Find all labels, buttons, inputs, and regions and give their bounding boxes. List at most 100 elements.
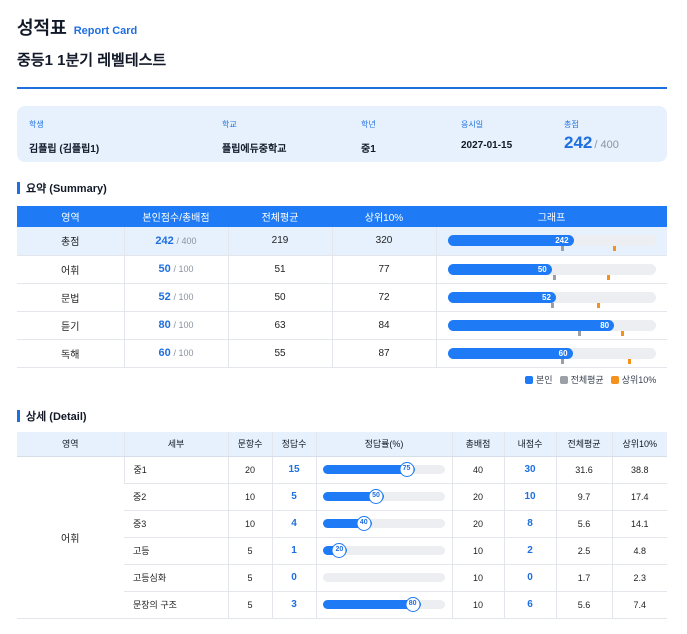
score-graph: 50	[447, 263, 656, 280]
max-score: / 100	[173, 292, 194, 302]
detail-title: 상세 (Detail)	[26, 411, 87, 423]
legend-item: 전체평균	[559, 373, 604, 386]
detail-header-cell: 전체평균	[555, 432, 612, 457]
total-max: / 400	[594, 139, 619, 151]
correct-rate-bar	[323, 573, 445, 582]
average-points: 1.7	[555, 564, 612, 592]
correct-rate-bar: 50	[323, 489, 445, 504]
score-graph: 52	[447, 291, 656, 308]
average-points: 31.6	[555, 456, 612, 484]
info-grade: 학년 중1	[361, 119, 376, 155]
detail-row: 어휘 중1 20 15 75 40 30 31.6 38.8	[17, 456, 667, 619]
my-points: 8	[503, 510, 556, 538]
top10-marker	[613, 246, 617, 252]
average-cell: 50	[227, 283, 332, 312]
correct-rate-bar: 75	[323, 462, 445, 477]
rate-cell	[315, 564, 452, 592]
rate-cell: 20	[315, 537, 452, 565]
max-points: 20	[451, 483, 504, 511]
date-value: 2027-01-15	[461, 140, 513, 151]
max-score: / 100	[173, 348, 194, 358]
average-points: 5.6	[555, 510, 612, 538]
total-score: 242	[564, 133, 593, 152]
summary-header-cell: 전체평균	[228, 206, 332, 227]
student-value: 김플립 (김플립1)	[29, 144, 100, 155]
summary-title: 요약 (Summary)	[26, 183, 107, 195]
section-marker	[17, 182, 20, 194]
score-graph: 242	[447, 235, 656, 252]
max-score: / 100	[173, 320, 194, 330]
summary-row: 독해 60 / 100 55 87 60	[17, 339, 667, 368]
correct-rate-knob: 20	[331, 543, 347, 558]
summary-table: 영역 본인점수/총배점 전체평균 상위10% 그래프 총점 242 / 400 21…	[17, 206, 667, 368]
legend-label: 상위10%	[621, 375, 657, 385]
info-total: 총점 242 / 400	[564, 119, 619, 153]
item-count: 5	[227, 564, 272, 592]
summary-row: 어휘 50 / 100 51 77 50	[17, 255, 667, 284]
info-date: 응시일 2027-01-15	[461, 119, 512, 151]
graph-cell: 60	[435, 339, 667, 368]
item-count: 5	[227, 591, 272, 619]
area-name: 듣기	[17, 311, 124, 340]
legend-swatch	[610, 375, 619, 384]
average-marker	[577, 330, 581, 336]
legend-label: 전체평균	[570, 375, 604, 385]
student-label: 학생	[29, 120, 44, 129]
school-label: 학교	[222, 120, 237, 129]
summary-header-row: 영역 본인점수/총배점 전체평균 상위10% 그래프	[17, 206, 667, 227]
detail-header-cell: 영역	[17, 432, 124, 457]
average-marker	[561, 358, 565, 364]
summary-header-cell: 상위10%	[332, 206, 436, 227]
detail-header-cell: 문항수	[227, 432, 272, 457]
correct-rate-knob: 75	[399, 462, 414, 477]
info-student: 학생 김플립 (김플립1)	[29, 119, 99, 155]
average-cell: 219	[227, 227, 332, 256]
school-value: 플립에듀중학교	[222, 144, 287, 155]
summary-total-row: 총점 242 / 400 219 320 242	[17, 227, 667, 256]
my-score: 60	[158, 347, 171, 359]
summary-header-cell: 본인점수/총배점	[124, 206, 228, 227]
page-title-en: Report Card	[73, 25, 138, 37]
report-header: 성적표 Report Card 중등1 1분기 레벨테스트	[17, 14, 166, 70]
grade-value: 중1	[361, 144, 376, 155]
my-score: 52	[158, 291, 171, 303]
correct-rate-knob: 80	[405, 597, 421, 612]
average-cell: 63	[227, 311, 332, 340]
max-points: 10	[451, 591, 504, 619]
rate-cell: 40	[315, 510, 452, 538]
my-score: 242	[155, 234, 174, 247]
average-marker	[552, 274, 556, 280]
item-count: 10	[227, 483, 272, 511]
graph-cell: 242	[435, 227, 667, 256]
top10-cell: 77	[331, 255, 436, 284]
top10-marker	[627, 358, 631, 364]
average-points: 9.7	[555, 483, 612, 511]
page-title: 성적표	[17, 18, 67, 38]
max-score: / 100	[173, 264, 194, 274]
summary-section-title: 요약 (Summary)	[17, 180, 107, 196]
max-score: / 400	[176, 235, 197, 246]
my-score-bar	[447, 319, 615, 331]
my-score-bar-label: 50	[537, 264, 547, 274]
score-graph: 80	[447, 319, 656, 336]
my-score-bar-label: 60	[558, 348, 568, 358]
score-cell: 52 / 100	[123, 283, 228, 312]
my-score: 50	[158, 263, 171, 275]
detail-table: 영역 세부 문항수 정답수 정답률(%) 총배점 내점수 전체평균 상위10% 어휘 중1 20 15…	[17, 432, 667, 619]
top10-cell: 320	[331, 227, 436, 256]
header-divider	[17, 87, 667, 89]
average-marker	[550, 302, 554, 308]
average-cell: 55	[227, 339, 332, 368]
legend-label: 본인	[536, 375, 553, 385]
correct-rate-bar: 20	[323, 543, 445, 558]
top10-points: 4.8	[611, 537, 667, 565]
detail-header-cell: 세부	[123, 432, 228, 457]
my-score-bar-label: 80	[600, 320, 610, 330]
detail-header-row: 영역 세부 문항수 정답수 정답률(%) 총배점 내점수 전체평균 상위10%	[17, 432, 667, 457]
area-name: 독해	[17, 339, 124, 368]
top10-cell: 87	[331, 339, 436, 368]
score-cell: 60 / 100	[123, 339, 228, 368]
detail-header-cell: 내점수	[503, 432, 556, 457]
average-marker	[560, 246, 564, 252]
section-marker	[17, 410, 20, 422]
